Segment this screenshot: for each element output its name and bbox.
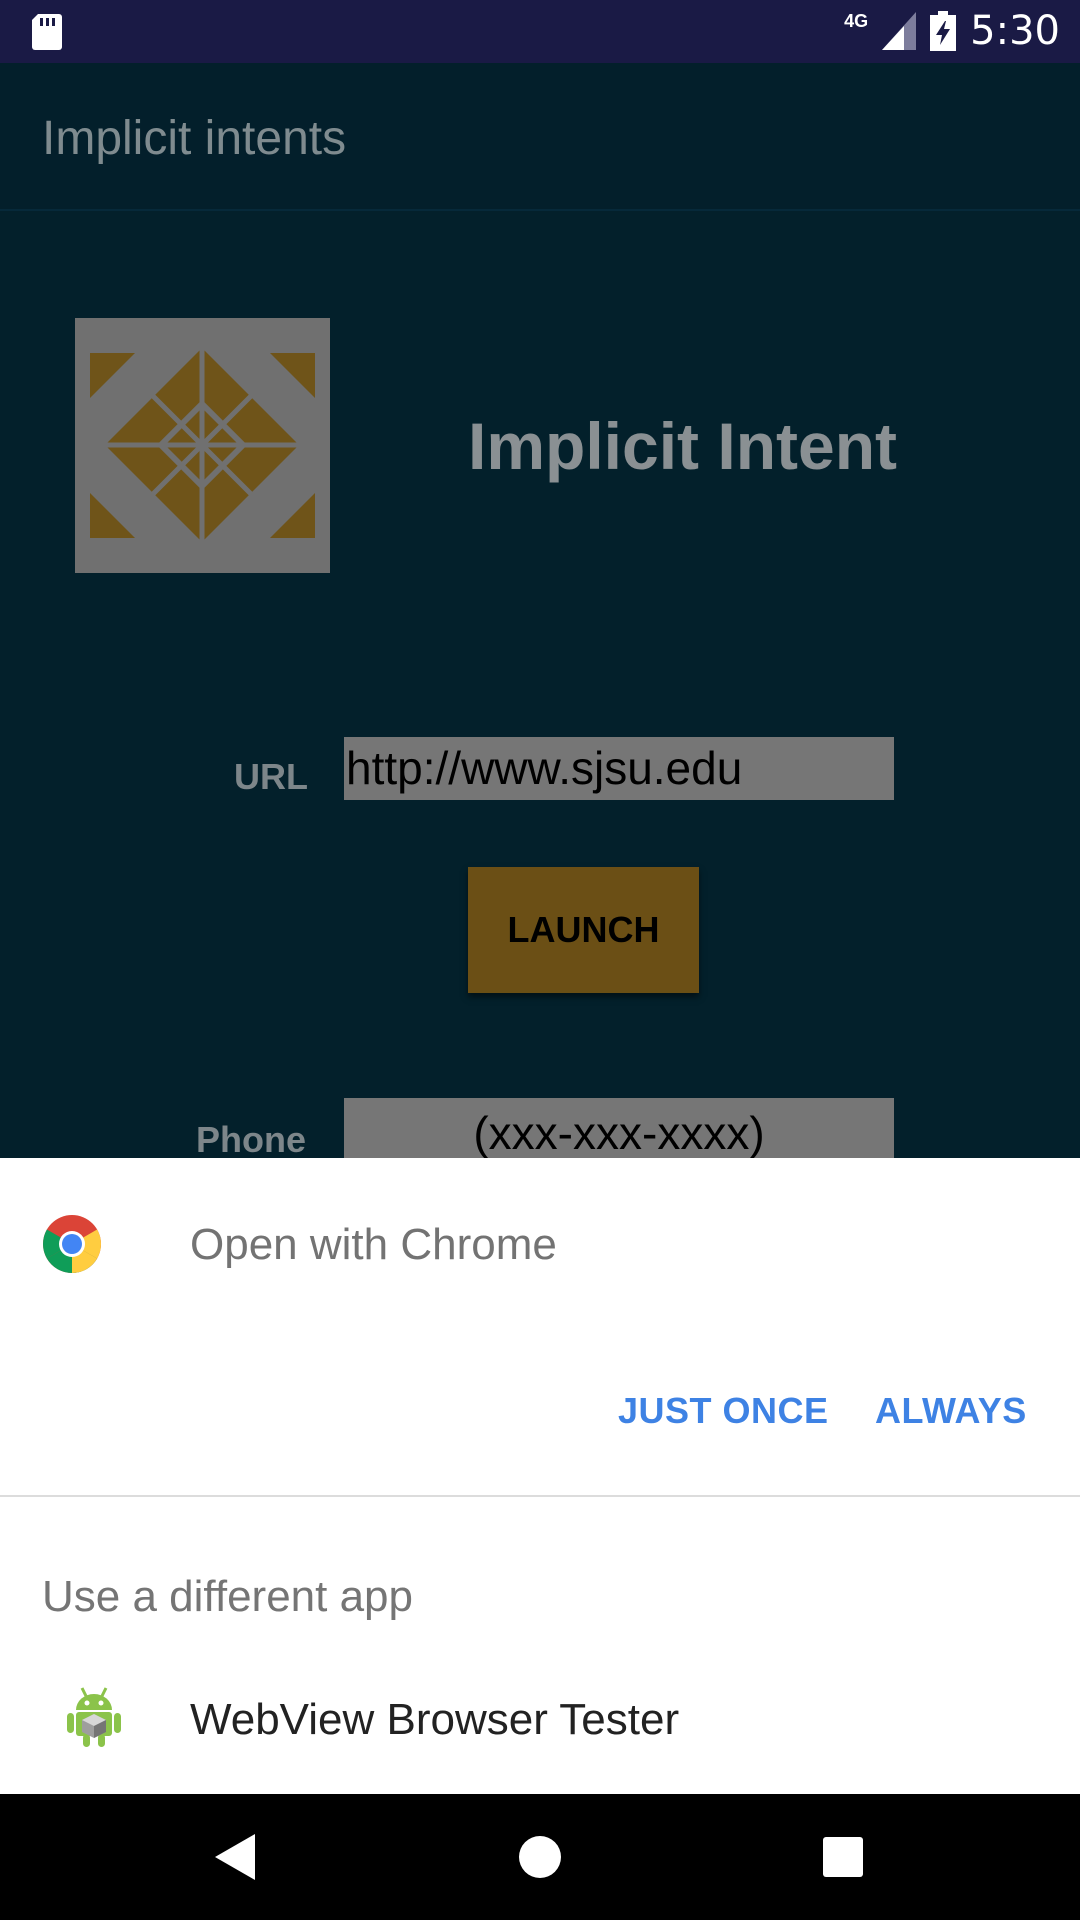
phone-label: Phone <box>196 1119 307 1158</box>
chooser-title: Open with Chrome <box>190 1220 557 1269</box>
toolbar-title: Implicit intents <box>42 112 347 165</box>
logo-icon <box>75 318 330 573</box>
status-bar: 4G 5:30 <box>0 0 1080 63</box>
battery-charging-icon <box>930 11 957 51</box>
home-button[interactable] <box>507 1824 573 1890</box>
signal-icon <box>882 12 917 50</box>
network-type: 4G <box>844 10 869 31</box>
list-item-label: WebView Browser Tester <box>190 1695 680 1744</box>
other-apps-header: Use a different app <box>42 1572 413 1621</box>
app-logo <box>75 318 330 573</box>
chrome-icon <box>43 1215 101 1273</box>
recents-button[interactable] <box>810 1824 876 1890</box>
just-once-button[interactable]: JUST ONCE <box>618 1390 829 1432</box>
app-toolbar: Implicit intents <box>0 63 1080 211</box>
back-icon <box>215 1834 255 1880</box>
sd-card-icon <box>32 14 62 50</box>
divider <box>0 1495 1080 1497</box>
app-chooser-sheet: Open with Chrome JUST ONCE ALWAYS Use a … <box>0 1158 1080 1794</box>
always-button[interactable]: ALWAYS <box>875 1390 1027 1432</box>
back-button[interactable] <box>202 1824 268 1890</box>
launch-button[interactable]: LAUNCH <box>468 867 699 993</box>
home-icon <box>519 1836 561 1878</box>
phone-input[interactable]: (xxx-xxx-xxxx) <box>344 1098 894 1158</box>
page-heading: Implicit Intent <box>468 409 897 483</box>
recents-icon <box>823 1837 863 1877</box>
navigation-bar <box>0 1794 1080 1920</box>
android-icon <box>67 1687 121 1747</box>
clock: 5:30 <box>970 8 1060 54</box>
app-screen: Implicit intents Implicit Intent URL htt… <box>0 63 1080 1158</box>
url-label: URL <box>234 756 308 797</box>
url-input[interactable]: http://www.sjsu.edu <box>344 737 894 800</box>
